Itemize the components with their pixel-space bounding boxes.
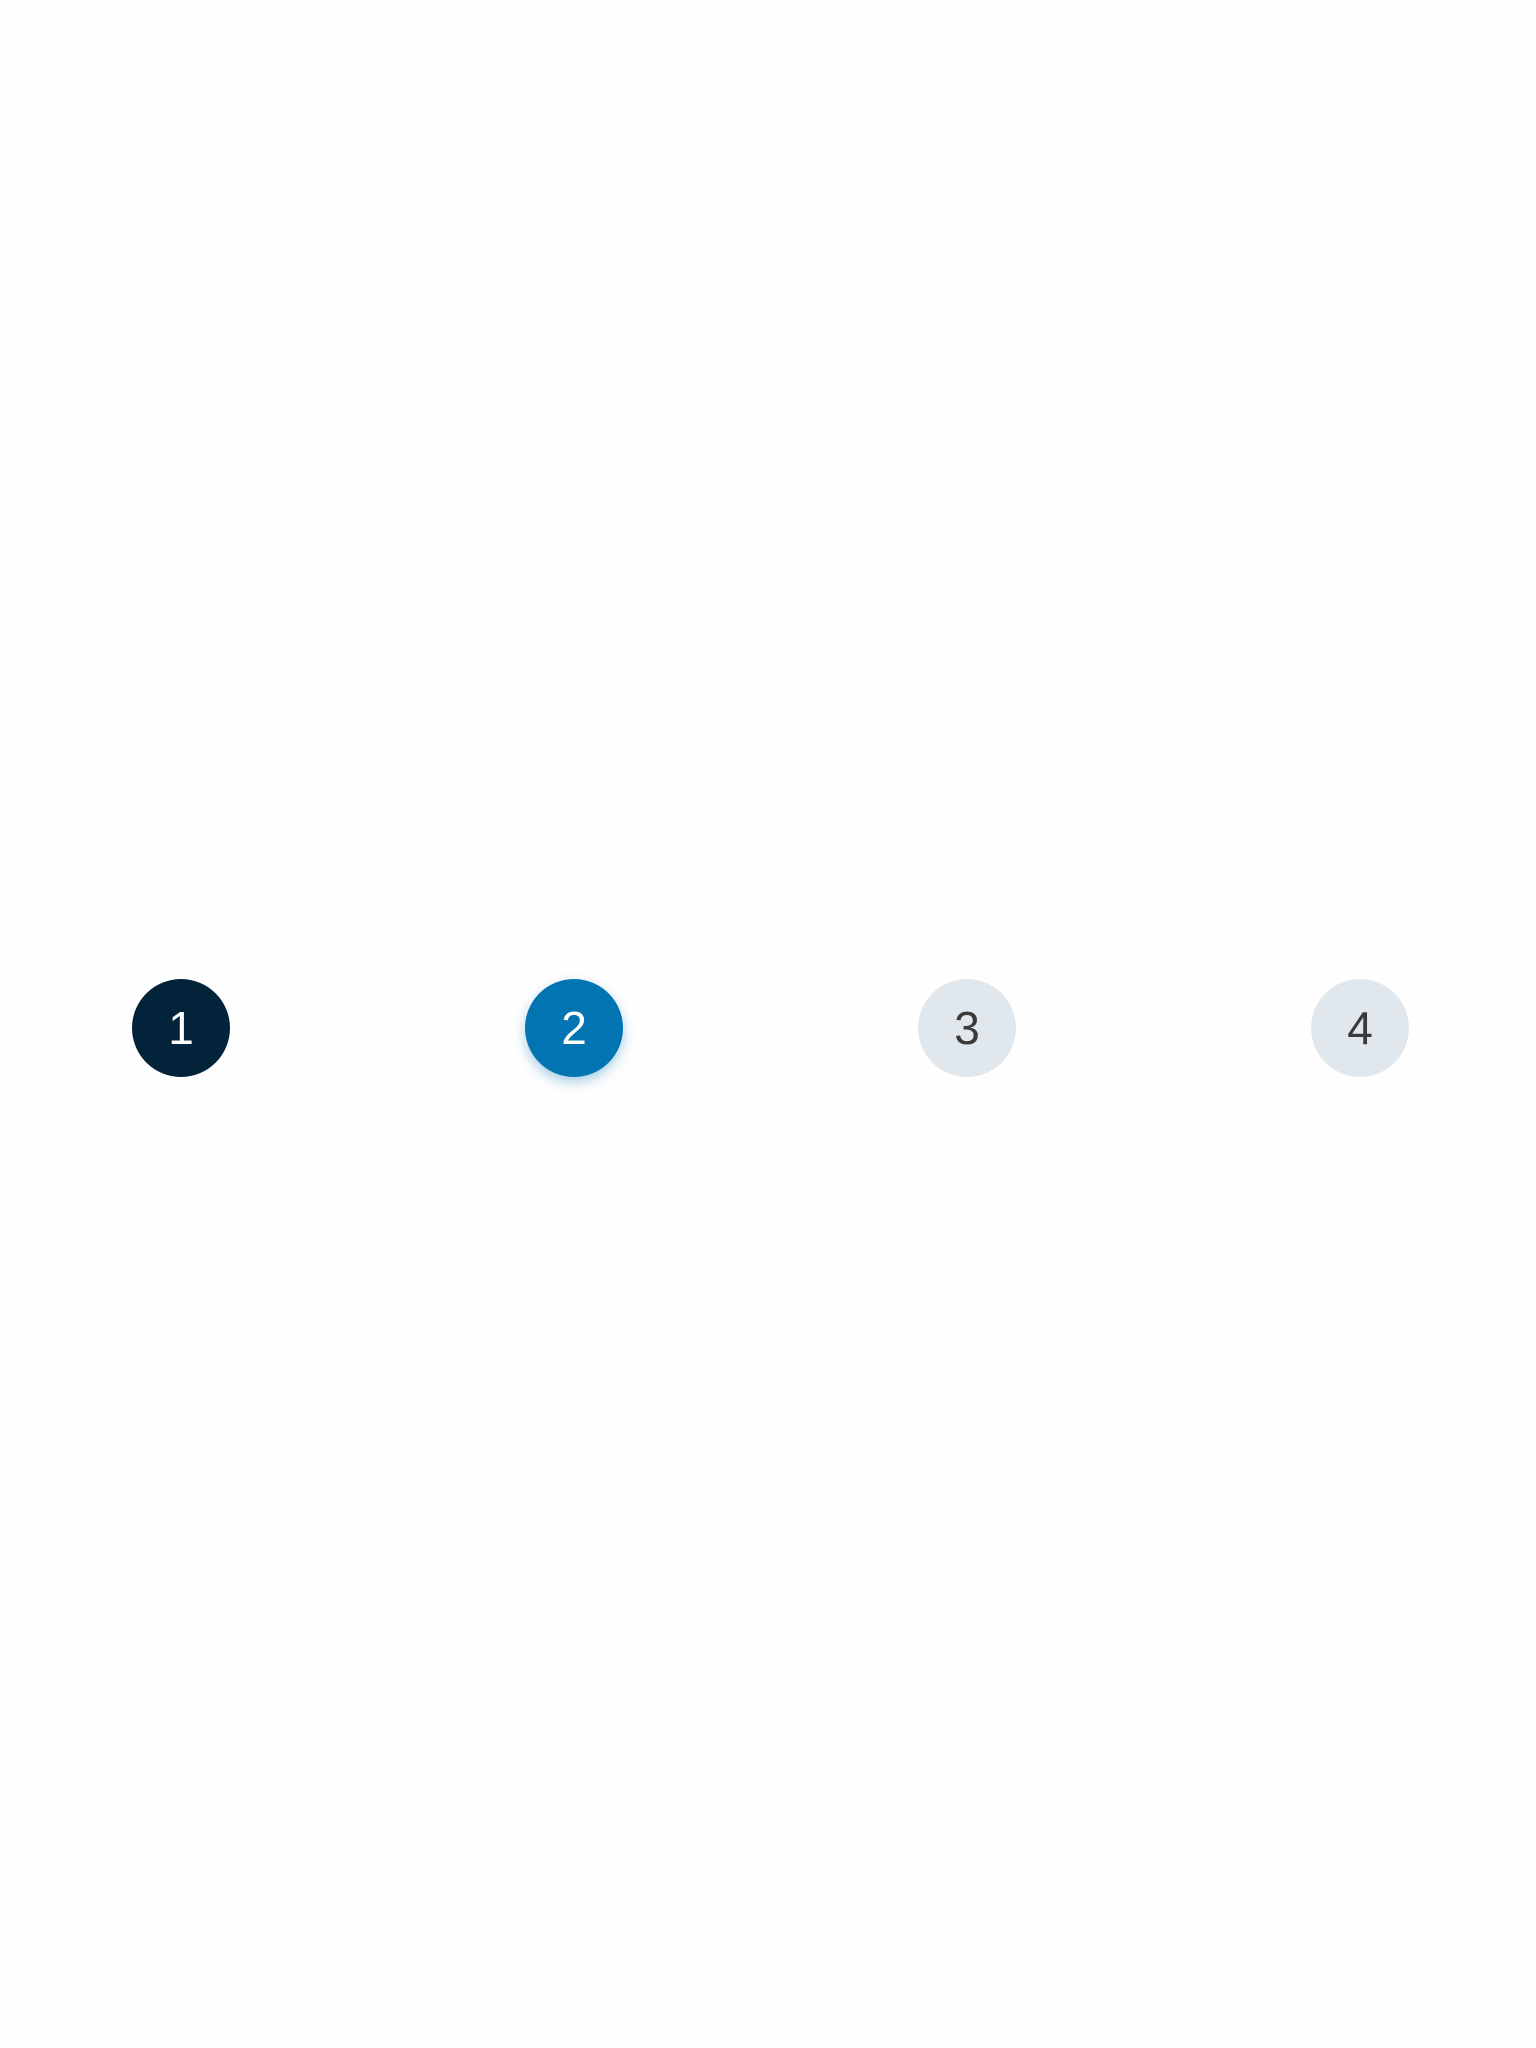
step-number: 3 — [954, 1002, 980, 1054]
step-4[interactable]: 4 — [1311, 979, 1409, 1077]
stepper: 1 2 3 4 — [0, 0, 1536, 2048]
step-number: 4 — [1347, 1002, 1373, 1054]
step-2-current[interactable]: 2 — [525, 979, 623, 1077]
step-number: 2 — [561, 1002, 587, 1054]
step-1[interactable]: 1 — [132, 979, 230, 1077]
step-number: 1 — [168, 1002, 194, 1054]
step-3[interactable]: 3 — [918, 979, 1016, 1077]
